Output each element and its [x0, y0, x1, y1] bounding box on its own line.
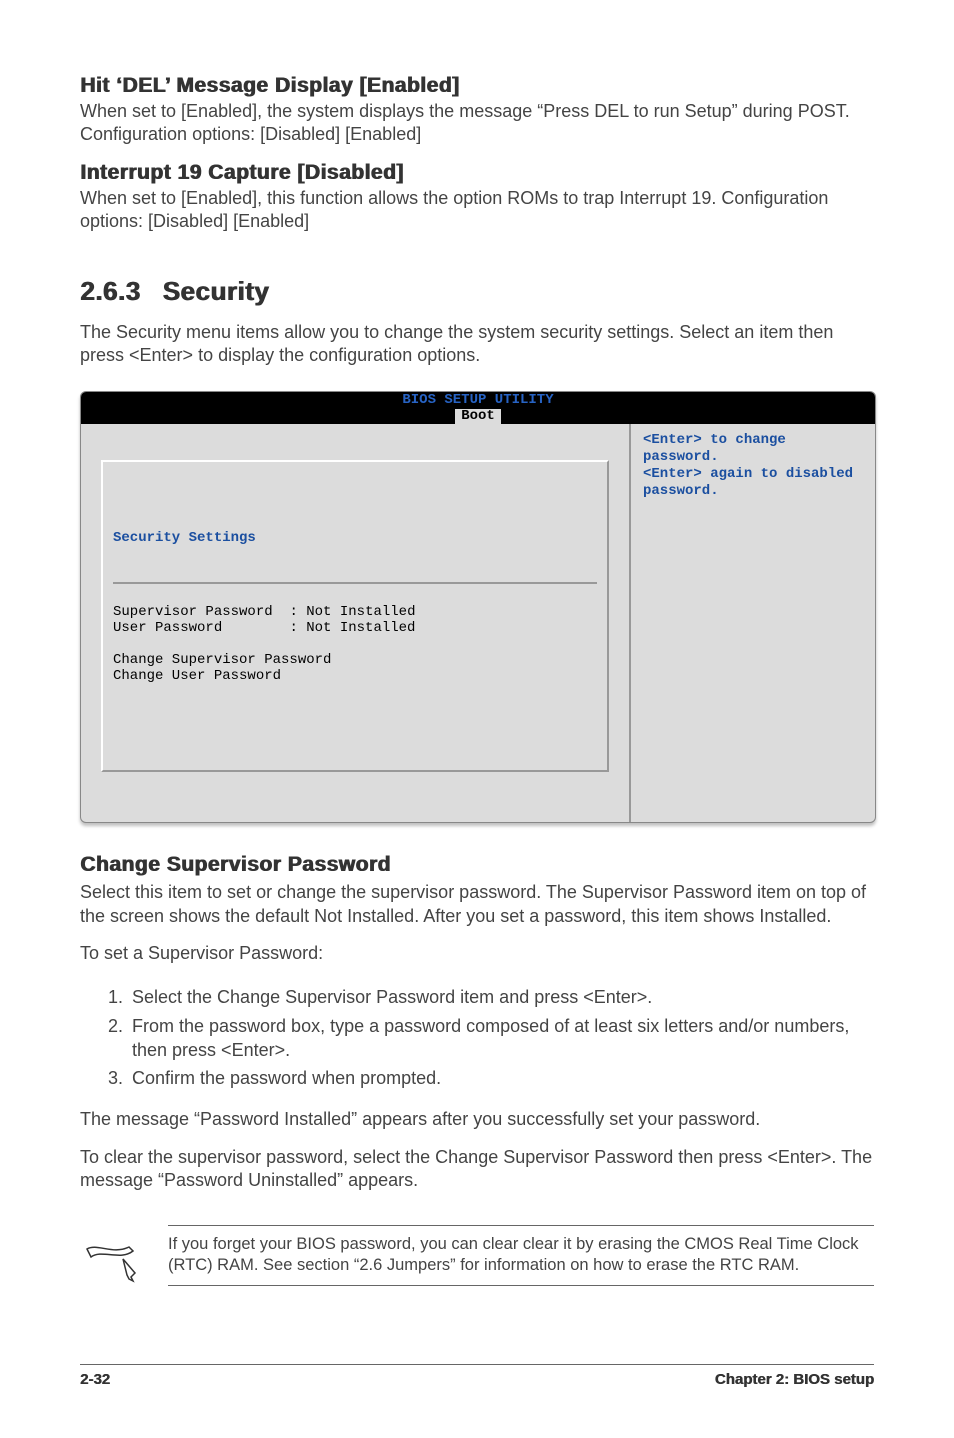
bios-panel-title: Security Settings [113, 530, 597, 546]
change-supervisor-p3: The message “Password Installed” appears… [80, 1108, 874, 1131]
security-heading: 2.6.3 Security [80, 276, 874, 307]
supervisor-password-steps: Select the Change Supervisor Password it… [80, 985, 874, 1094]
bios-row-supervisor-value: : Not Installed [289, 604, 415, 620]
hit-del-title: Hit ‘DEL’ Message Display [Enabled] [80, 74, 874, 98]
bios-screenshot: BIOS SETUP UTILITY Boot Security Setting… [80, 391, 876, 823]
change-supervisor-p2: To set a Supervisor Password: [80, 942, 874, 965]
note-box: If you forget your BIOS password, you ca… [80, 1225, 874, 1286]
change-supervisor-p4: To clear the supervisor password, select… [80, 1146, 874, 1193]
note-text: If you forget your BIOS password, you ca… [168, 1225, 874, 1286]
bios-row-user-value: : Not Installed [289, 620, 415, 636]
bios-row-supervisor-label: Supervisor Password [113, 604, 273, 620]
bios-row-user-label: User Password [113, 620, 222, 636]
list-item: Confirm the password when prompted. [128, 1066, 874, 1090]
bios-header: BIOS SETUP UTILITY Boot [81, 392, 875, 424]
bios-header-title: BIOS SETUP UTILITY [81, 393, 875, 408]
interrupt-19-title: Interrupt 19 Capture [Disabled] [80, 161, 874, 185]
list-item: From the password box, type a password c… [128, 1014, 874, 1063]
change-supervisor-p1: Select this item to set or change the su… [80, 881, 874, 928]
security-heading-text: Security [162, 276, 269, 306]
bios-action-change-user: Change User Password [113, 668, 281, 684]
bios-help-pane: <Enter> to change password. <Enter> agai… [629, 424, 875, 822]
chapter-label: Chapter 2: BIOS setup [715, 1371, 874, 1388]
page-number: 2-32 [80, 1371, 110, 1388]
bios-tab-boot: Boot [455, 409, 501, 424]
page-footer: 2-32 Chapter 2: BIOS setup [80, 1364, 874, 1388]
hit-del-body-2: Configuration options: [Disabled] [Enabl… [80, 123, 874, 146]
note-icon [80, 1225, 140, 1283]
security-heading-num: 2.6.3 [80, 276, 140, 307]
change-supervisor-heading: Change Supervisor Password [80, 853, 874, 877]
bios-action-change-supervisor: Change Supervisor Password [113, 652, 331, 668]
interrupt-19-body: When set to [Enabled], this function all… [80, 187, 874, 234]
security-intro: The Security menu items allow you to cha… [80, 321, 874, 368]
hit-del-body-1: When set to [Enabled], the system displa… [80, 100, 874, 123]
list-item: Select the Change Supervisor Password it… [128, 985, 874, 1009]
